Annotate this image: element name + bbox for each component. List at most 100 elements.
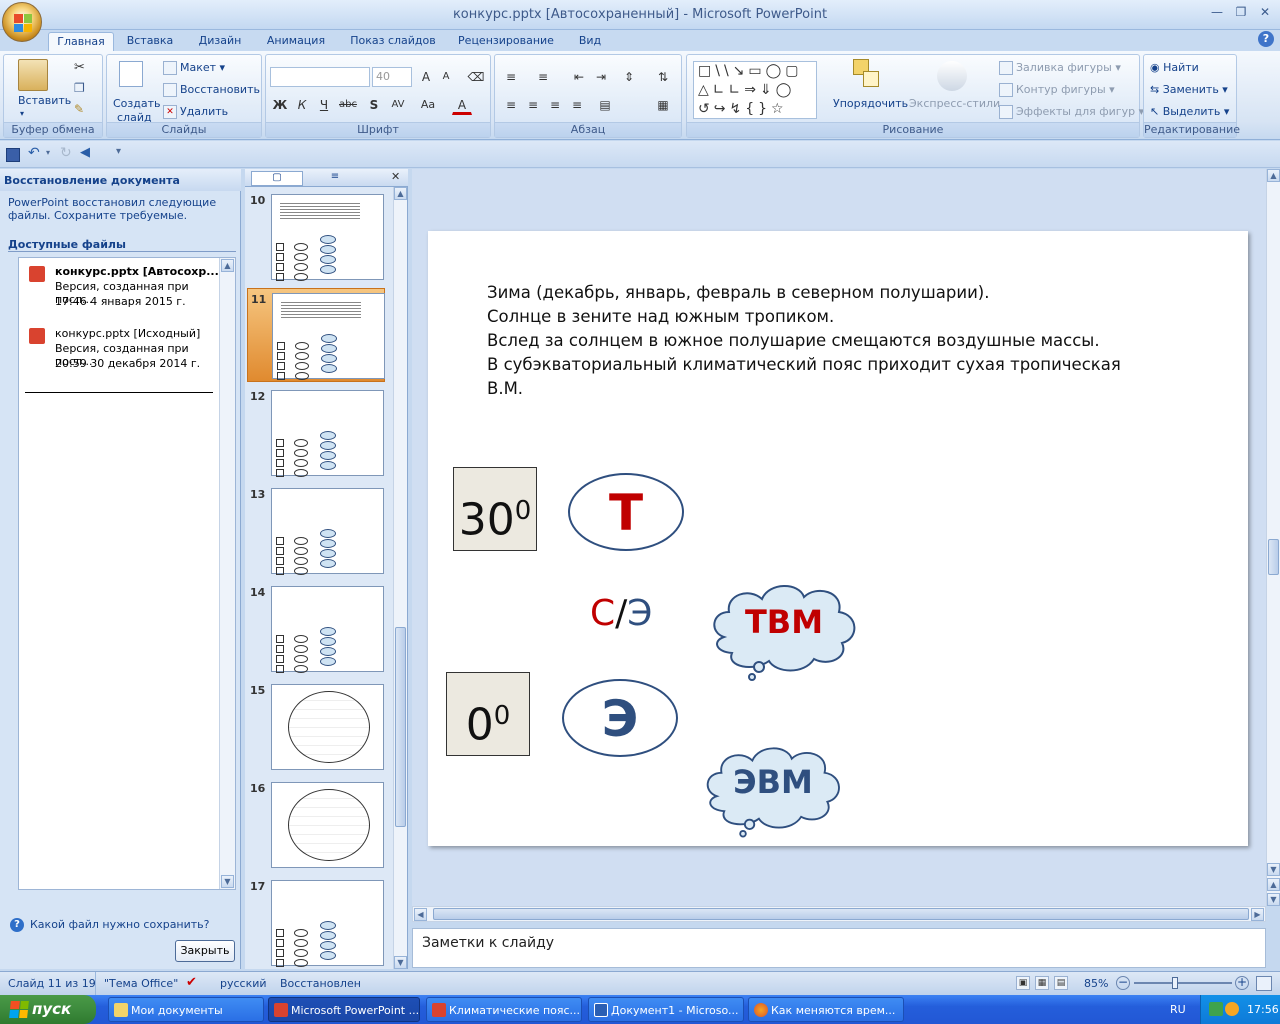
layout-button[interactable]: Макет ▾ (163, 61, 225, 75)
tray-icon[interactable] (1209, 1002, 1223, 1016)
new-slide-icon[interactable] (119, 61, 143, 87)
slide-thumbnail-item[interactable]: 10 (247, 190, 385, 284)
close-pane-icon[interactable]: ✕ (391, 170, 400, 183)
customize-qat-icon[interactable]: ▾ (116, 146, 121, 157)
save-icon[interactable] (6, 148, 20, 162)
start-button[interactable]: пуск (0, 995, 96, 1024)
scroll-left-icon[interactable]: ◀ (414, 908, 427, 921)
align-center-button[interactable]: ≡ (523, 95, 543, 115)
scroll-down-icon[interactable]: ▼ (394, 956, 407, 969)
scroll-right-icon[interactable]: ▶ (1251, 908, 1264, 921)
zoom-out-icon[interactable]: − (1116, 976, 1130, 990)
next-slide-icon[interactable]: ▼ (1267, 893, 1280, 906)
tab-home[interactable]: Главная (48, 32, 114, 52)
tab-view[interactable]: Вид (570, 32, 610, 52)
help-icon[interactable]: ? (1258, 31, 1274, 47)
italic-button[interactable]: К (292, 95, 312, 115)
tab-insert[interactable]: Вставка (120, 32, 180, 52)
undo-dropdown-icon[interactable]: ▾ (46, 148, 50, 157)
tropical-ellipse[interactable]: Т (568, 473, 684, 551)
taskbar-item-powerpoint[interactable]: Microsoft PowerPoint ... (268, 997, 420, 1022)
previous-slide-icon[interactable]: ▲ (1267, 878, 1280, 891)
arrange-button[interactable]: Упорядочить (833, 97, 908, 110)
text-direction-button[interactable]: ⇅ (653, 67, 673, 87)
subequatorial-label[interactable]: С/Э (590, 593, 652, 634)
justify-button[interactable]: ≡ (567, 95, 587, 115)
equatorial-ellipse[interactable]: Э (562, 679, 678, 757)
cut-icon[interactable]: ✂ (74, 60, 85, 75)
redo-icon[interactable]: ↻ (60, 145, 72, 161)
latitude-0-box[interactable]: 00 (446, 672, 530, 756)
slide-vscrollbar[interactable]: ▲ ▼ ▲ ▼ (1266, 169, 1280, 906)
increase-indent-button[interactable]: ⇥ (591, 67, 611, 87)
reading-view-icon[interactable]: ▤ (1054, 976, 1068, 990)
current-slide[interactable]: Зима (декабрь, январь, февраль в северно… (428, 231, 1248, 846)
zoom-in-icon[interactable]: + (1235, 976, 1249, 990)
shape-fill-button[interactable]: Заливка фигуры ▾ (999, 61, 1121, 75)
paste-dropdown-icon[interactable]: ▾ (20, 109, 24, 118)
arrange-icon[interactable] (853, 59, 883, 91)
quick-styles-button[interactable]: Экспресс-стили (909, 97, 1000, 110)
restore-button[interactable]: ❐ (1230, 4, 1252, 22)
slide-sorter-icon[interactable]: ▦ (1035, 976, 1049, 990)
shadow-button[interactable]: S (364, 95, 384, 115)
slideshow-icon[interactable]: ◀ (80, 145, 90, 160)
list-scrollbar[interactable]: ▲ ▼ (219, 258, 235, 889)
smartart-button[interactable]: ▦ (653, 95, 673, 115)
tab-slideshow[interactable]: Показ слайдов (344, 32, 442, 52)
slide-thumbnail-item[interactable]: 12 (247, 386, 385, 480)
scroll-up-icon[interactable]: ▲ (394, 187, 407, 200)
font-size-combo[interactable]: 40 (372, 67, 412, 87)
reset-button[interactable]: Восстановить (163, 83, 260, 97)
slide-thumbnail-item[interactable]: 14 (247, 582, 385, 676)
slide-hscrollbar[interactable]: ◀ ▶ (412, 906, 1266, 922)
strikethrough-button[interactable]: abc (338, 95, 358, 115)
shapes-gallery[interactable]: □\\↘▭◯▢ △∟∟⇒⇓◯ ↺↪↯{}☆ (693, 61, 817, 119)
find-button[interactable]: ◉ Найти (1150, 61, 1199, 74)
replace-button[interactable]: ⇆ Заменить ▾ (1150, 83, 1228, 96)
office-button[interactable] (2, 2, 42, 42)
paste-icon[interactable] (18, 59, 48, 91)
tray-icon[interactable] (1225, 1002, 1239, 1016)
decrease-indent-button[interactable]: ⇤ (569, 67, 589, 87)
slide-text-block[interactable]: Зима (декабрь, январь, февраль в северно… (487, 281, 1167, 401)
scroll-thumb[interactable] (1268, 539, 1279, 575)
shrink-font-button[interactable]: A (436, 67, 456, 87)
scroll-down-icon[interactable]: ▼ (1267, 863, 1280, 876)
bold-button[interactable]: Ж (270, 95, 290, 115)
slide-thumbnail-item[interactable]: 17 (247, 876, 385, 970)
undo-icon[interactable]: ↶ (28, 145, 40, 161)
taskbar-item-word[interactable]: Документ1 - Microso... (588, 997, 744, 1022)
scroll-up-icon[interactable]: ▲ (1267, 169, 1280, 182)
recovery-file-item[interactable]: конкурс.pptx [Автосохр... Версия, создан… (23, 264, 219, 318)
tab-design[interactable]: Дизайн (190, 32, 250, 52)
clear-format-button[interactable]: ⌫ (466, 67, 486, 87)
change-case-button[interactable]: Aa (418, 95, 438, 115)
align-right-button[interactable]: ≡ (545, 95, 565, 115)
minimize-button[interactable]: — (1206, 4, 1228, 22)
spacing-button[interactable]: AV (388, 95, 408, 115)
paste-button[interactable]: Вставить (18, 94, 71, 107)
tab-animation[interactable]: Анимация (260, 32, 332, 52)
line-spacing-button[interactable]: ⇕ (619, 67, 639, 87)
scroll-up-icon[interactable]: ▲ (221, 259, 234, 272)
scroll-thumb[interactable] (395, 627, 406, 827)
underline-button[interactable]: Ч (314, 95, 334, 115)
slide-thumbnail-item[interactable]: 16 (247, 778, 385, 872)
close-recovery-button[interactable]: Закрыть (175, 940, 235, 962)
zoom-level[interactable]: 85% (1084, 977, 1108, 990)
shape-outline-button[interactable]: Контур фигуры ▾ (999, 83, 1115, 97)
taskbar-item-firefox[interactable]: Как меняются врем... (748, 997, 904, 1022)
normal-view-icon[interactable]: ▣ (1016, 976, 1030, 990)
notes-pane[interactable]: Заметки к слайду (412, 928, 1266, 968)
hscroll-thumb[interactable] (433, 908, 1249, 920)
bullets-button[interactable]: ≡ (501, 67, 521, 87)
numbering-button[interactable]: ≡ (533, 67, 553, 87)
spellcheck-icon[interactable]: ✔ (186, 975, 197, 990)
recovery-file-item[interactable]: конкурс.pptx [Исходный] Версия, созданна… (23, 326, 219, 380)
columns-button[interactable]: ▤ (595, 95, 615, 115)
align-left-button[interactable]: ≡ (501, 95, 521, 115)
shape-effects-button[interactable]: Эффекты для фигур ▾ (999, 105, 1144, 119)
format-painter-icon[interactable]: ✎ (74, 102, 84, 116)
keyboard-language[interactable]: RU (1170, 1003, 1186, 1016)
